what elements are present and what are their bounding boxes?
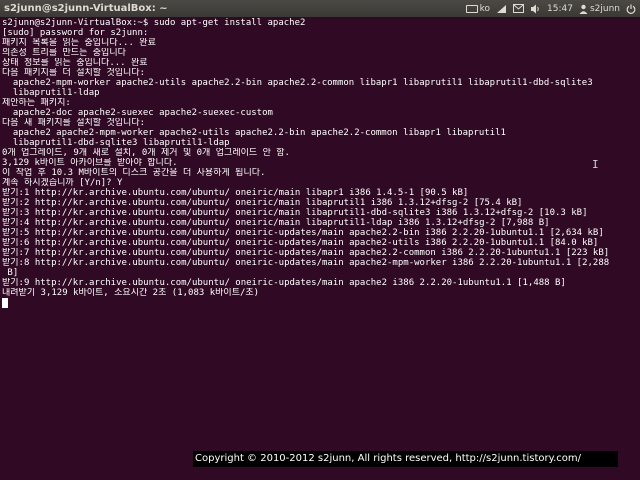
terminal-line: 받기:3 http://kr.archive.ubuntu.com/ubuntu… — [2, 208, 588, 218]
copyright-watermark: Copyright © 2010-2012 s2junn, All rights… — [193, 451, 618, 467]
keyboard-icon — [465, 4, 478, 13]
network-indicator[interactable] — [496, 4, 507, 14]
terminal-window[interactable]: s2junn@s2junn-VirtualBox:~$ sudo apt-get… — [0, 17, 640, 480]
terminal-output: s2junn@s2junn-VirtualBox:~$ sudo apt-get… — [2, 18, 638, 308]
terminal-line: apache2-mpm-worker apache2-utils apache2… — [2, 78, 593, 88]
terminal-line: 받기:7 http://kr.archive.ubuntu.com/ubuntu… — [2, 248, 610, 258]
terminal-line: 계속 하시겠습니까 [Y/n]? Y — [2, 178, 123, 188]
clock-time: 15:47 — [547, 3, 573, 14]
terminal-line: 제안하는 패키지: — [2, 98, 71, 108]
terminal-line: 받기:9 http://kr.archive.ubuntu.com/ubuntu… — [2, 278, 566, 288]
terminal-line: libaprutil1-dbd-sqlite3 libaprutil1-ldap — [2, 138, 230, 148]
terminal-line: 3,129 k바이트 아카이브를 받아야 합니다. — [2, 158, 178, 168]
terminal-line: 0개 업그레이드, 9개 새로 설치, 0개 제거 및 0개 업그레이드 안 함… — [2, 148, 290, 158]
volume-icon — [531, 4, 539, 13]
clock-indicator[interactable]: 15:47 — [547, 4, 573, 14]
terminal-line: libaprutil1-ldap — [2, 88, 100, 98]
language-label: ko — [479, 3, 491, 14]
keyboard-indicator[interactable]: ko — [465, 3, 491, 14]
terminal-line: apache2 apache2-mpm-worker apache2-utils… — [2, 128, 506, 138]
terminal-line: 받기:5 http://kr.archive.ubuntu.com/ubuntu… — [2, 228, 604, 238]
terminal-line: 상태 정보를 읽는 중입니다... 완료 — [2, 58, 148, 68]
terminal-line: 받기:1 http://kr.archive.ubuntu.com/ubuntu… — [2, 188, 469, 198]
terminal-line: 받기:2 http://kr.archive.ubuntu.com/ubuntu… — [2, 198, 523, 208]
indicator-area: ko 15:47 s2junn — [465, 0, 636, 17]
terminal-line: 이 작업 후 10.3 M바이트의 디스크 공간을 더 사용하게 됩니다. — [2, 168, 266, 178]
terminal-line: [sudo] password for s2junn: — [2, 28, 149, 38]
text-cursor — [2, 298, 8, 308]
power-icon — [626, 4, 636, 14]
terminal-line: 받기:6 http://kr.archive.ubuntu.com/ubuntu… — [2, 238, 599, 248]
terminal-line: 의존성 트리를 만드는 중입니다 — [2, 48, 126, 58]
terminal-line: 받기:4 http://kr.archive.ubuntu.com/ubuntu… — [2, 218, 550, 228]
volume-indicator[interactable] — [530, 4, 541, 14]
user-name: s2junn — [589, 3, 620, 14]
terminal-line: B] — [2, 268, 19, 278]
terminal-line: apache2-doc apache2-suexec apache2-suexe… — [2, 108, 273, 118]
terminal-prompt-line[interactable] — [2, 298, 638, 308]
mail-indicator[interactable] — [513, 4, 525, 13]
terminal-line: 내려받기 3,129 k바이트, 소요시간 2초 (1,083 k바이트/초) — [2, 288, 260, 298]
terminal-line: 패키지 목록을 읽는 중입니다... 완료 — [2, 38, 156, 48]
terminal-line: 다음 패키지를 더 설치할 것입니다: — [2, 68, 146, 78]
power-indicator[interactable] — [626, 4, 636, 14]
window-title: s2junn@s2junn-VirtualBox: ~ — [4, 3, 168, 14]
terminal-line: 받기:8 http://kr.archive.ubuntu.com/ubuntu… — [2, 258, 610, 268]
user-indicator[interactable]: s2junn — [579, 4, 620, 14]
user-icon — [579, 4, 588, 14]
terminal-line: s2junn@s2junn-VirtualBox:~$ sudo apt-get… — [2, 18, 306, 28]
network-icon — [497, 4, 507, 13]
mail-icon — [513, 4, 525, 13]
top-panel: s2junn@s2junn-VirtualBox: ~ ko 15:47 s2j… — [0, 0, 640, 17]
ibeam-cursor-icon: I — [592, 158, 599, 171]
terminal-line: 다음 새 패키지를 설치할 것입니다: — [2, 118, 146, 128]
